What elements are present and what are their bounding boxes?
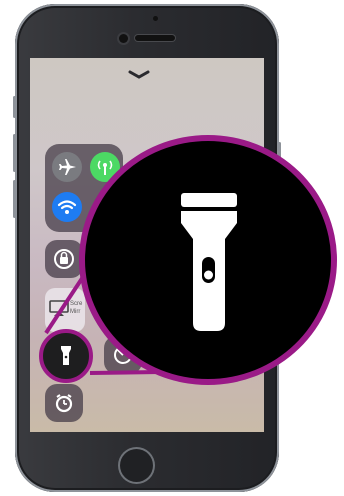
- zoom-callout: [79, 135, 337, 385]
- flashlight-icon: [181, 193, 237, 331]
